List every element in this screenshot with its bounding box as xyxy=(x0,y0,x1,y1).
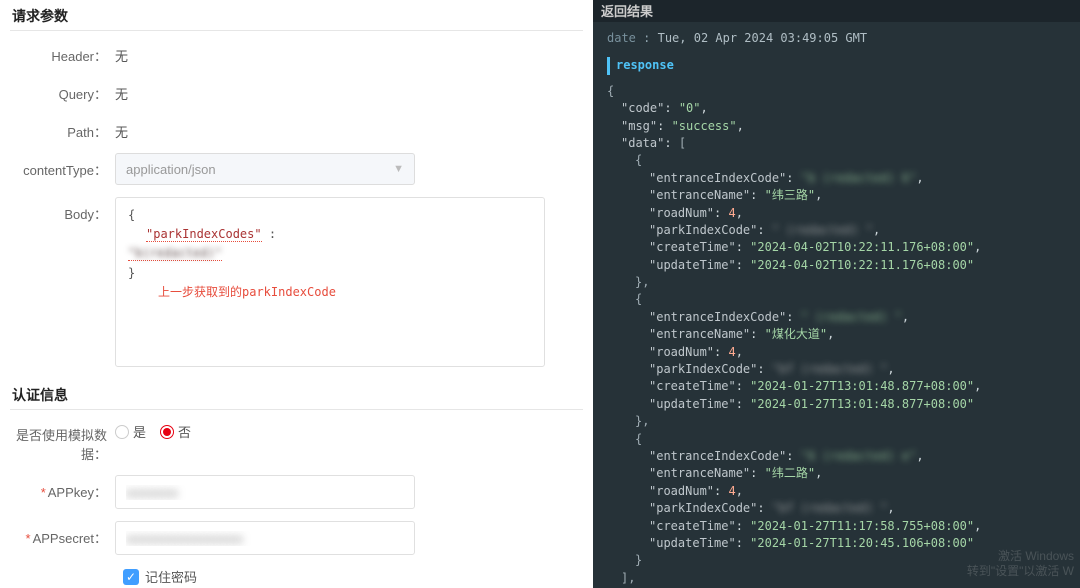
json-key-createtime: "createTime" xyxy=(649,240,736,254)
row-content-type: contentType： application/json ▼ xyxy=(10,153,583,185)
response-date-label: date xyxy=(607,31,636,45)
json-key-parkindexcode: "parkIndexCode" xyxy=(649,223,757,237)
json-val-updatetime-1: "2024-01-27T13:01:48.877+08:00" xyxy=(750,397,974,411)
appkey-input[interactable] xyxy=(115,475,415,509)
json-val-createtime-0: "2024-04-02T10:22:11.176+08:00" xyxy=(750,240,974,254)
row-appkey: *APPkey： xyxy=(10,475,583,509)
label-appkey: *APPkey： xyxy=(10,475,115,501)
radio-yes-label: 是 xyxy=(133,422,146,441)
json-val-code: "0" xyxy=(679,101,701,115)
label-appsecret: *APPsecret： xyxy=(10,521,115,547)
value-path: 无 xyxy=(115,115,583,141)
json-key-msg: "msg" xyxy=(621,119,657,133)
radio-yes[interactable]: 是 xyxy=(115,422,146,441)
json-val-createtime-2: "2024-01-27T11:17:58.755+08:00" xyxy=(750,519,974,533)
response-panel: 返回结果 date : Tue, 02 Apr 2024 03:49:05 GM… xyxy=(593,0,1080,588)
radio-no-label: 否 xyxy=(178,422,191,441)
response-section-title: 返回结果 xyxy=(593,0,1080,22)
json-val-createtime-1: "2024-01-27T13:01:48.877+08:00" xyxy=(750,379,974,393)
json-key-entrancename: "entranceName" xyxy=(649,327,750,341)
json-key-createtime: "createTime" xyxy=(649,519,736,533)
row-body: Body： { "parkIndexCodes" : "b(redacted)"… xyxy=(10,197,583,367)
response-date-value: Tue, 02 Apr 2024 03:49:05 GMT xyxy=(658,31,868,45)
remember-password-row[interactable]: ✓ 记住密码 xyxy=(123,567,583,586)
radio-no[interactable]: 否 xyxy=(160,422,191,441)
json-val-roadnum-0: 4 xyxy=(728,206,735,220)
row-header: Header： 无 xyxy=(10,39,583,65)
body-annotation: 上一步获取到的parkIndexCode xyxy=(158,283,532,302)
json-val-entranceindexcode-1: " (redacted) " xyxy=(801,310,902,324)
body-textarea[interactable]: { "parkIndexCodes" : "b(redacted)" } 上一步… xyxy=(115,197,545,367)
json-val-parkindexcode-2: "bf (redacted) " xyxy=(772,501,888,515)
json-key-parkindexcode: "parkIndexCode" xyxy=(649,362,757,376)
json-val-parkindexcode-1: "bf (redacted) " xyxy=(772,362,888,376)
json-key-code: "code" xyxy=(621,101,664,115)
chevron-down-icon: ▼ xyxy=(393,163,404,175)
json-key-roadnum: "roadNum" xyxy=(649,484,714,498)
remember-label: 记住密码 xyxy=(145,567,197,586)
content-type-value: application/json xyxy=(126,162,216,177)
watermark-line2: 转到"设置"以激活 W xyxy=(967,564,1074,580)
label-mock: 是否使用模拟数据： xyxy=(10,418,115,463)
json-key-data: "data" xyxy=(621,136,664,150)
json-key-updatetime: "updateTime" xyxy=(649,536,736,550)
label-query: Query： xyxy=(10,77,115,103)
body-value-masked: "b(redacted)" xyxy=(128,246,222,261)
auth-section-title: 认证信息 xyxy=(10,379,583,410)
json-val-roadnum-2: 4 xyxy=(728,484,735,498)
watermark-line1: 激活 Windows xyxy=(967,549,1074,565)
body-line-open: { xyxy=(128,206,532,225)
json-val-entrancename-0: "纬三路" xyxy=(765,188,815,202)
response-json-view: date : Tue, 02 Apr 2024 03:49:05 GMT res… xyxy=(593,22,1080,588)
request-section-title: 请求参数 xyxy=(10,0,583,31)
row-path: Path： 无 xyxy=(10,115,583,141)
json-val-parkindexcode-0: " (redacted) " xyxy=(772,223,873,237)
json-val-entrancename-1: "煤化大道" xyxy=(765,327,827,341)
json-val-entranceindexcode-2: "6 (redacted) e" xyxy=(801,449,917,463)
json-key-roadnum: "roadNum" xyxy=(649,345,714,359)
json-key-parkindexcode: "parkIndexCode" xyxy=(649,501,757,515)
json-key-roadnum: "roadNum" xyxy=(649,206,714,220)
json-val-entrancename-2: "纬二路" xyxy=(765,466,815,480)
json-key-entranceindexcode: "entranceIndexCode" xyxy=(649,310,786,324)
body-key-parkindexcodes: "parkIndexCodes" xyxy=(146,227,262,242)
row-appsecret: *APPsecret： xyxy=(10,521,583,555)
json-key-entranceindexcode: "entranceIndexCode" xyxy=(649,171,786,185)
json-key-entrancename: "entranceName" xyxy=(649,188,750,202)
response-date: date : Tue, 02 Apr 2024 03:49:05 GMT xyxy=(607,30,1066,47)
json-key-updatetime: "updateTime" xyxy=(649,258,736,272)
json-val-updatetime-0: "2024-04-02T10:22:11.176+08:00" xyxy=(750,258,974,272)
response-heading: response xyxy=(607,57,1066,74)
checkbox-checked-icon: ✓ xyxy=(123,569,139,585)
label-path: Path： xyxy=(10,115,115,141)
json-val-roadnum-1: 4 xyxy=(728,345,735,359)
row-mock: 是否使用模拟数据： 是 否 xyxy=(10,418,583,463)
radio-no-circle xyxy=(160,425,174,439)
label-content-type: contentType： xyxy=(10,153,115,179)
json-val-entranceindexcode-0: "b (redacted) 6" xyxy=(801,171,917,185)
json-key-entranceindexcode: "entranceIndexCode" xyxy=(649,449,786,463)
row-query: Query： 无 xyxy=(10,77,583,103)
appsecret-input[interactable] xyxy=(115,521,415,555)
body-colon: : xyxy=(262,227,276,241)
value-query: 无 xyxy=(115,77,583,103)
content-type-select[interactable]: application/json ▼ xyxy=(115,153,415,185)
json-val-updatetime-2: "2024-01-27T11:20:45.106+08:00" xyxy=(750,536,974,550)
json-key-entrancename: "entranceName" xyxy=(649,466,750,480)
request-panel: 请求参数 Header： 无 Query： 无 Path： 无 contentT… xyxy=(0,0,593,588)
json-val-msg: "success" xyxy=(672,119,737,133)
json-key-updatetime: "updateTime" xyxy=(649,397,736,411)
windows-activation-watermark: 激活 Windows 转到"设置"以激活 W xyxy=(967,549,1074,580)
body-line-close: } xyxy=(128,264,532,283)
radio-yes-circle xyxy=(115,425,129,439)
json-key-createtime: "createTime" xyxy=(649,379,736,393)
label-header: Header： xyxy=(10,39,115,65)
label-body: Body： xyxy=(10,197,115,223)
value-header: 无 xyxy=(115,39,583,65)
